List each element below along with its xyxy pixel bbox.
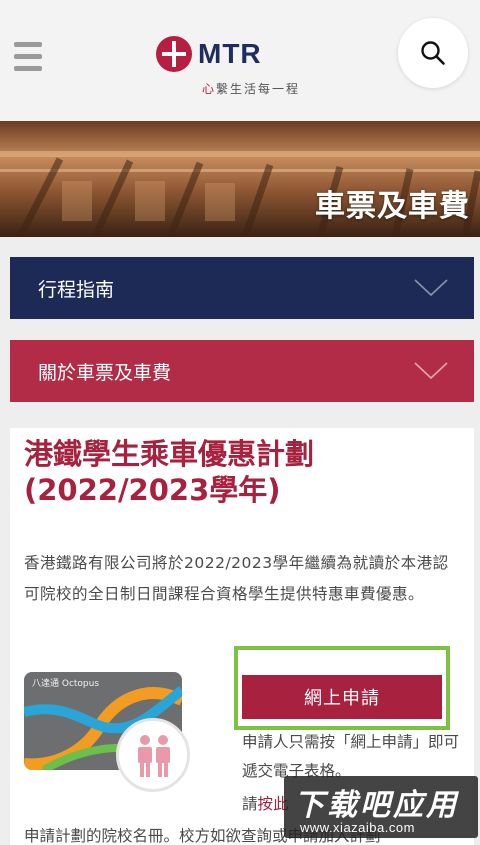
tagline-prefix: 心 [202,82,217,96]
chevron-down-icon [414,279,448,297]
accordion-tickets-fares[interactable]: 關於車票及車費 [10,340,474,402]
card-title: 港鐵學生乘車優惠計劃 (2022/2023學年) [24,437,315,507]
search-button[interactable] [398,18,468,88]
apply-highlight-frame: 網上申請 [234,646,450,730]
tagline-rest: 繫生活每一程 [216,82,301,96]
menu-icon[interactable] [14,42,42,74]
card-description: 香港鐵路有限公司將於2022/2023學年繼續為就讀於本港認可院校的全日制日間課… [24,554,449,603]
apply-link-prefix: 請 [242,795,258,813]
banner-title: 車票及車費 [315,189,470,224]
octopus-label: 八達通 Octopus [32,679,100,689]
accordion-journey-planner[interactable]: 行程指南 [10,257,474,319]
tagline: 心繫生活每一程 [202,80,300,97]
header: MTR 心繫生活每一程 [0,0,480,121]
watermark-main: 下载吧应用 [294,788,459,823]
watermark: 下载吧应用 www.xiazaiba.com [284,776,478,838]
accordion-label: 關於車票及車費 [38,361,172,384]
search-icon [421,41,445,65]
hero-banner: 車票及車費 [0,121,480,237]
mtr-logo[interactable]: MTR [156,36,262,72]
mtr-logo-icon [156,36,192,72]
apply-online-button[interactable]: 網上申請 [242,675,442,719]
accordion-label: 行程指南 [38,278,115,301]
watermark-sub: www.xiazaiba.com [300,820,415,835]
student-icon [138,735,170,777]
chevron-down-icon [414,362,448,380]
student-badge [116,718,190,792]
logo-text: MTR [198,38,262,69]
apply-link-line: 請按此 [242,792,289,814]
